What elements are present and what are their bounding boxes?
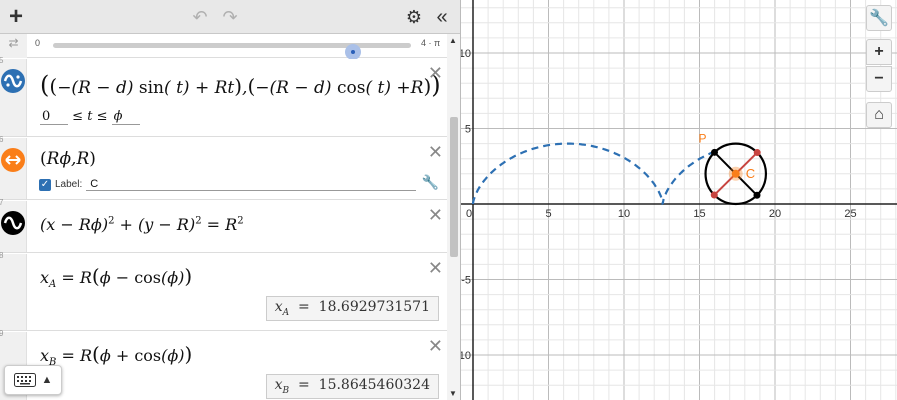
expression-number: 6 bbox=[0, 135, 3, 144]
x-tick-label: 0 bbox=[466, 208, 472, 220]
home-icon[interactable]: ⌂ bbox=[866, 102, 892, 128]
expression-row[interactable]: 6 (Rϕ,R) ✓ Label: C ✕ 🔧 bbox=[0, 135, 447, 200]
spoke-point bbox=[753, 191, 761, 199]
result-subscript: B bbox=[282, 385, 290, 396]
parameter-range[interactable]: 0 ≤ t ≤ ϕ bbox=[40, 109, 140, 125]
expression-latex[interactable]: (Rϕ,R) bbox=[40, 149, 96, 169]
scroll-up-arrow[interactable]: ▲ bbox=[449, 36, 457, 45]
y-tick-label: -5 bbox=[461, 275, 471, 287]
top-toolbar: + ↶ ↷ ⚙ « bbox=[0, 0, 460, 34]
expression-row[interactable]: 5 ((−(R − d) sin( t) + Rt),(−(R − d) cos… bbox=[0, 56, 447, 137]
expression-number: 5 bbox=[0, 56, 3, 65]
result-value: 18.6929731571 bbox=[318, 299, 430, 315]
slider-thumb[interactable] bbox=[345, 44, 361, 60]
spoke-point bbox=[753, 149, 761, 157]
wrench-icon[interactable]: 🔧 bbox=[866, 5, 892, 31]
delete-expression-button[interactable]: ✕ bbox=[428, 205, 443, 226]
label-input[interactable]: C bbox=[86, 178, 417, 191]
point-label-p: P bbox=[699, 131, 707, 145]
range-high-input[interactable]: ϕ bbox=[111, 109, 140, 125]
delete-expression-button[interactable]: ✕ bbox=[428, 63, 443, 84]
expression-latex[interactable]: xB = R(ϕ + cos(ϕ)) bbox=[40, 342, 192, 368]
slider-track[interactable] bbox=[53, 43, 411, 60]
x-tick-label: 5 bbox=[545, 208, 551, 220]
range-op2: ≤ bbox=[96, 109, 108, 124]
evaluation-result: xA = 18.6929731571 bbox=[265, 296, 439, 321]
expression-panel: + ↶ ↷ ⚙ « ⇄ 0 4 · π 5 ((−(R − d) sin( t)… bbox=[0, 0, 461, 400]
redo-button[interactable]: ↷ bbox=[220, 4, 240, 30]
y-tick-label: -10 bbox=[461, 350, 471, 362]
graph-paper[interactable]: 0 5 10 15 20 25 10 5 -5 -10 C P bbox=[455, 0, 897, 400]
x-tick-label: 10 bbox=[618, 208, 630, 220]
add-item-button[interactable]: + bbox=[4, 3, 28, 30]
expression-number: 8 bbox=[0, 251, 3, 260]
scrollbar[interactable]: ▲ ▼ bbox=[447, 34, 460, 400]
graph-canvas[interactable]: 0 5 10 15 20 25 10 5 -5 -10 C P 🔧 + − ⌂ bbox=[455, 0, 897, 400]
loop-icon[interactable]: ⇄ bbox=[0, 34, 27, 58]
slider-min[interactable]: 0 bbox=[35, 38, 40, 48]
delete-expression-button[interactable]: ✕ bbox=[428, 336, 443, 357]
evaluation-result: xB = 15.8645460324 bbox=[265, 374, 439, 399]
expression-latex[interactable]: ((−(R − d) sin( t) + Rt),(−(R − d) cos( … bbox=[40, 71, 441, 99]
scrollbar-thumb[interactable] bbox=[450, 117, 458, 257]
expression-row[interactable]: 8 xA = R(ϕ − cos(ϕ)) ✕ xA = 18.692973157… bbox=[0, 251, 447, 331]
result-variable: x bbox=[274, 299, 283, 315]
slider-row: ⇄ 0 4 · π bbox=[0, 34, 447, 60]
y-tick-label: 5 bbox=[465, 124, 471, 136]
parametric-curve-icon[interactable] bbox=[1, 69, 25, 93]
range-var: t bbox=[87, 109, 93, 124]
slider-max[interactable]: 4 · π bbox=[421, 38, 440, 48]
x-tick-label: 15 bbox=[693, 208, 705, 220]
result-subscript: A bbox=[282, 307, 290, 318]
spoke-point bbox=[710, 191, 718, 199]
point-icon[interactable] bbox=[1, 148, 25, 172]
delete-expression-button[interactable]: ✕ bbox=[428, 142, 443, 163]
label-checkbox-text: Label: bbox=[55, 179, 83, 190]
expression-row[interactable]: 7 (x − Rϕ)2 + (y − R)2 = R2 ✕ bbox=[0, 198, 447, 253]
expression-latex[interactable]: xA = R(ϕ − cos(ϕ)) bbox=[40, 264, 192, 290]
x-tick-label: 20 bbox=[769, 208, 781, 220]
range-low-input[interactable]: 0 bbox=[40, 109, 68, 125]
caret-up-icon: ▲ bbox=[41, 374, 53, 386]
result-value: 15.8645460324 bbox=[318, 377, 430, 393]
collapse-panel-button[interactable]: « bbox=[430, 4, 454, 30]
range-op1: ≤ bbox=[72, 109, 84, 124]
zoom-out-button[interactable]: − bbox=[866, 66, 892, 92]
result-variable: x bbox=[274, 377, 283, 393]
spoke-point bbox=[711, 148, 719, 156]
expression-number: 7 bbox=[0, 198, 3, 207]
point-label-c: C bbox=[746, 166, 755, 181]
zoom-in-button[interactable]: + bbox=[866, 39, 892, 65]
expression-number: 9 bbox=[0, 329, 3, 338]
y-tick-label: 10 bbox=[461, 48, 471, 60]
label-option: ✓ Label: C bbox=[39, 178, 417, 191]
implicit-curve-icon[interactable] bbox=[1, 211, 25, 235]
keyboard-toggle-button[interactable]: ▲ bbox=[4, 365, 62, 395]
label-checkbox[interactable]: ✓ bbox=[39, 178, 51, 191]
keyboard-icon bbox=[13, 373, 36, 387]
delete-expression-button[interactable]: ✕ bbox=[428, 258, 443, 279]
scroll-down-arrow[interactable]: ▼ bbox=[449, 389, 457, 398]
undo-button[interactable]: ↶ bbox=[190, 4, 210, 30]
gear-icon[interactable]: ⚙ bbox=[404, 4, 424, 30]
expression-latex[interactable]: (x − Rϕ)2 + (y − R)2 = R2 bbox=[40, 215, 244, 234]
wrench-icon[interactable]: 🔧 bbox=[422, 174, 439, 191]
expression-row[interactable]: 9 xB = R(ϕ + cos(ϕ)) ✕ xB = 15.864546032… bbox=[0, 329, 447, 400]
center-point bbox=[731, 169, 740, 178]
x-tick-label: 25 bbox=[844, 208, 856, 220]
